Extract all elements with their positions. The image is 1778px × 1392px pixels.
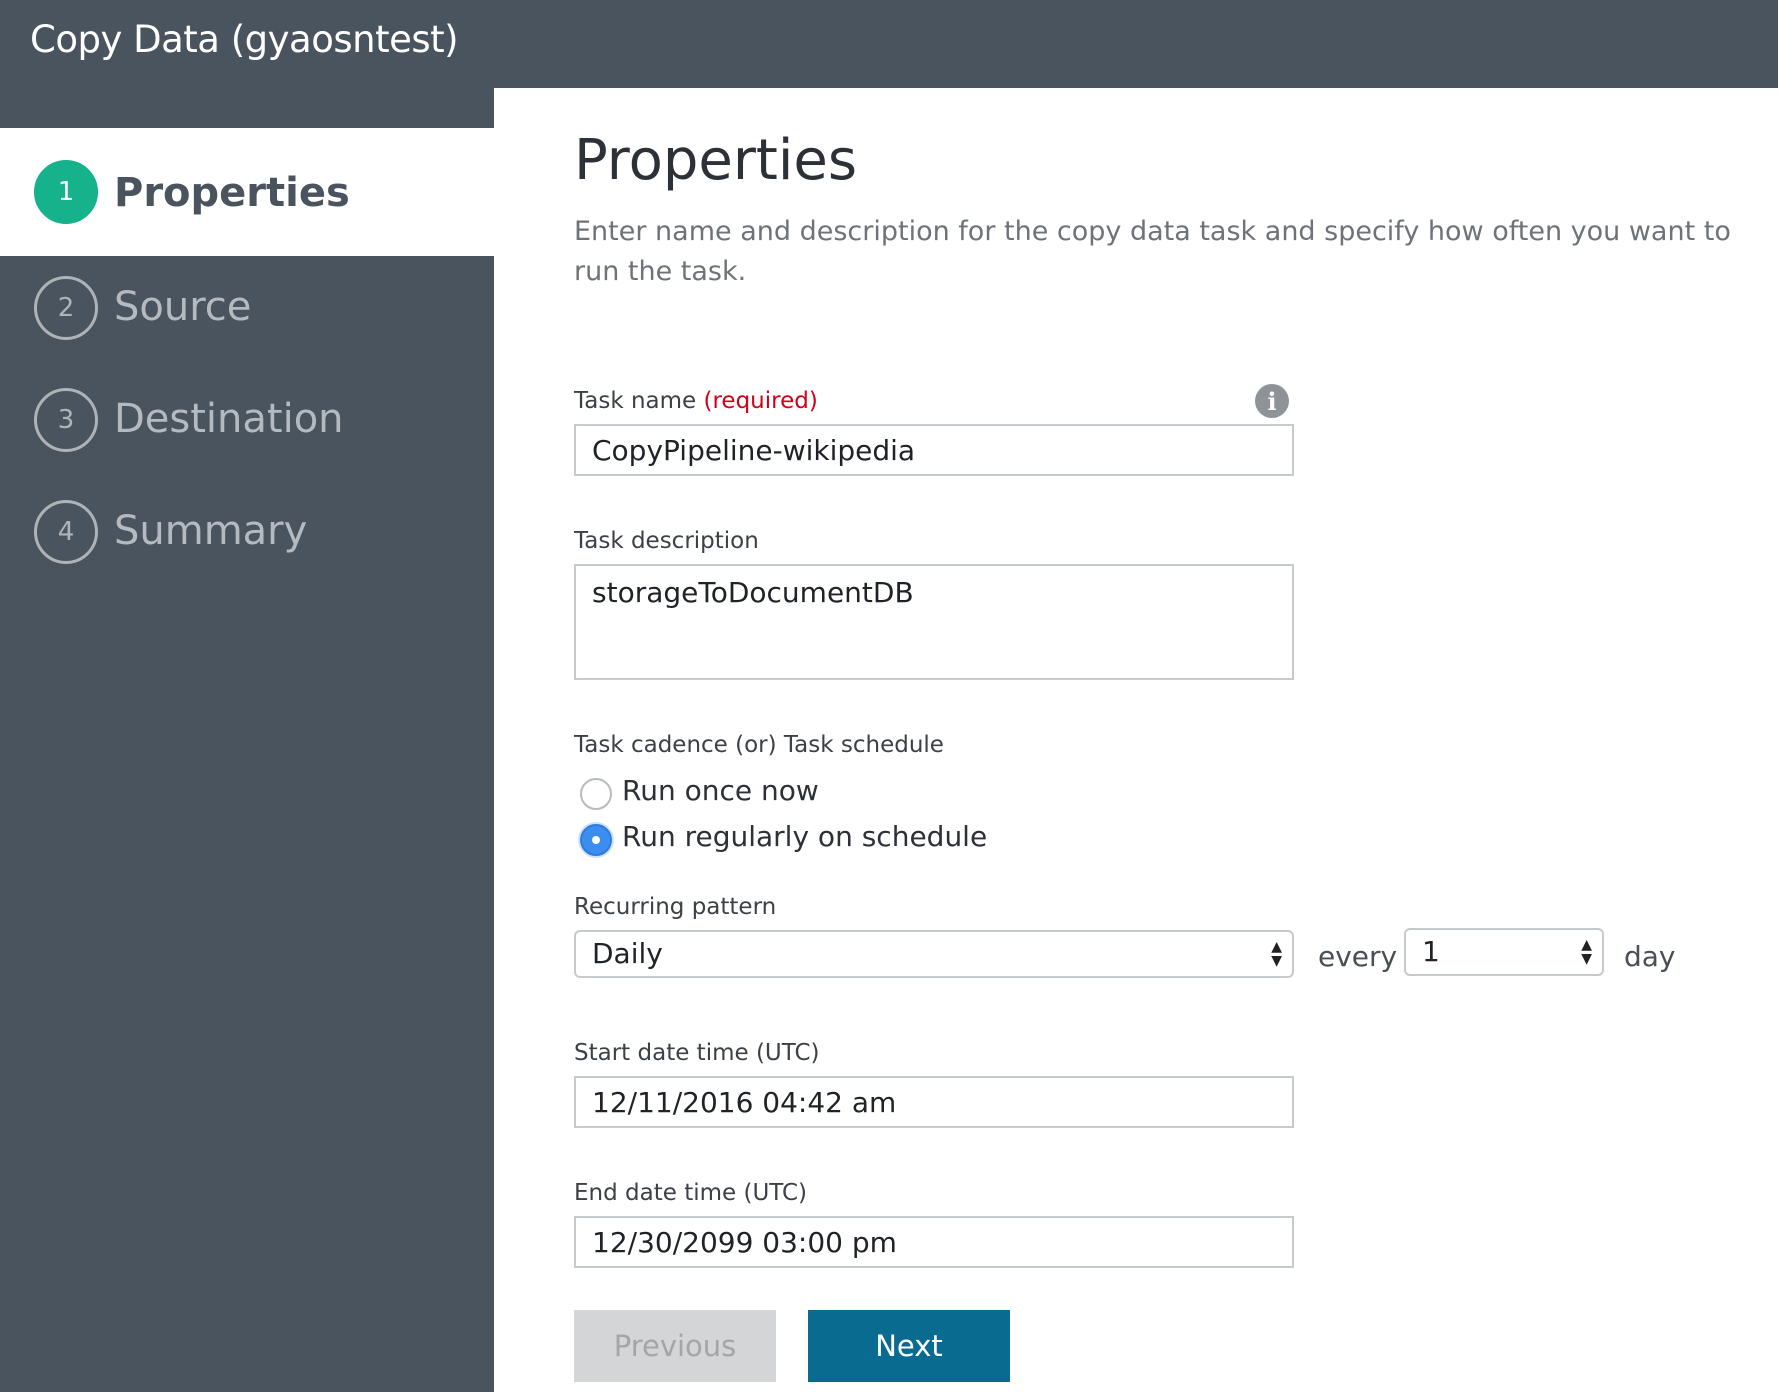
task-description-label: Task description xyxy=(574,528,759,554)
step-source[interactable]: 2 Source xyxy=(0,256,494,384)
day-unit-text: day xyxy=(1624,940,1676,973)
required-indicator: (required) xyxy=(703,388,818,414)
task-description-textarea[interactable]: storageToDocumentDB xyxy=(574,564,1294,680)
step-label-summary: Summary xyxy=(114,508,308,554)
step-number-4: 4 xyxy=(34,500,98,564)
run-schedule-radio[interactable] xyxy=(580,824,612,856)
stepper-arrows-icon: ▲ ▼ xyxy=(1581,937,1592,967)
step-summary[interactable]: 4 Summary xyxy=(0,480,494,608)
interval-value: 1 xyxy=(1422,935,1440,968)
previous-button[interactable]: Previous xyxy=(574,1310,776,1382)
page-description: Enter name and description for the copy … xyxy=(574,216,1731,287)
step-label-destination: Destination xyxy=(114,396,344,442)
run-once-label: Run once now xyxy=(622,774,819,807)
window-title: Copy Data (gyaosntest) xyxy=(30,18,459,61)
select-arrows-icon: ▲ ▼ xyxy=(1271,939,1282,969)
task-name-label: Task name (required) xyxy=(574,388,818,414)
step-number-2: 2 xyxy=(34,276,98,340)
run-schedule-label: Run regularly on schedule xyxy=(622,820,988,853)
step-label-properties: Properties xyxy=(114,170,350,216)
recurring-pattern-value: Daily xyxy=(592,937,663,970)
end-date-label: End date time (UTC) xyxy=(574,1180,808,1206)
step-number-1: 1 xyxy=(34,160,98,224)
step-destination[interactable]: 3 Destination xyxy=(0,368,494,496)
task-cadence-label: Task cadence (or) Task schedule xyxy=(574,732,944,758)
step-label-source: Source xyxy=(114,284,252,330)
wizard-steps-sidebar: 1 Properties 2 Source 3 Destination 4 Su… xyxy=(0,88,494,1392)
recurring-pattern-label: Recurring pattern xyxy=(574,894,777,920)
task-name-label-text: Task name xyxy=(574,388,697,414)
run-once-radio[interactable] xyxy=(580,778,612,810)
recurring-pattern-select[interactable]: Daily ▲ ▼ xyxy=(574,930,1294,978)
end-date-input[interactable] xyxy=(574,1216,1294,1268)
start-date-label: Start date time (UTC) xyxy=(574,1040,820,1066)
start-date-input[interactable] xyxy=(574,1076,1294,1128)
page-title: Properties xyxy=(574,128,858,193)
step-properties[interactable]: 1 Properties xyxy=(0,128,494,256)
title-bar: Copy Data (gyaosntest) xyxy=(0,0,1778,88)
every-text: every xyxy=(1318,940,1398,973)
step-number-3: 3 xyxy=(34,388,98,452)
interval-stepper[interactable]: 1 ▲ ▼ xyxy=(1404,928,1604,976)
task-name-input[interactable] xyxy=(574,424,1294,476)
next-button[interactable]: Next xyxy=(808,1310,1010,1382)
info-icon[interactable]: i xyxy=(1255,384,1289,418)
properties-panel: Properties Enter name and description fo… xyxy=(494,88,1778,1392)
